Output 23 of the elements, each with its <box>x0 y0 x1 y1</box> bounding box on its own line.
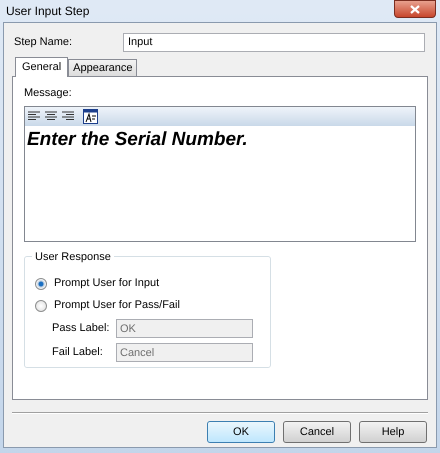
message-editor[interactable]: Enter the Serial Number. <box>24 106 416 242</box>
radio-label[interactable]: Prompt User for Input <box>54 275 160 292</box>
radio-button[interactable] <box>35 278 47 290</box>
align-center-icon[interactable] <box>45 111 57 121</box>
field-label: Pass Label: <box>52 321 110 336</box>
window-title: User Input Step <box>6 3 90 20</box>
message-text: Enter the Serial Number. <box>26 128 249 152</box>
dialog-button[interactable]: Help <box>359 421 427 443</box>
align-left-icon[interactable] <box>28 111 40 121</box>
step-name-field[interactable]: Input <box>123 32 425 52</box>
align-right-icon[interactable] <box>62 111 74 121</box>
close-button[interactable] <box>394 0 436 18</box>
field-label: Message: <box>24 86 73 101</box>
dialog-button[interactable]: Cancel <box>283 421 351 443</box>
dialog-button[interactable]: OK <box>207 421 275 443</box>
field-label: Step Name: <box>13 34 74 50</box>
radio-label[interactable]: Prompt User for Pass/Fail <box>54 297 180 314</box>
radio-button[interactable] <box>35 300 47 312</box>
field-label: Fail Label: <box>52 345 104 360</box>
font-icon[interactable] <box>83 108 98 124</box>
tab[interactable]: Appearance <box>68 59 138 76</box>
close-icon <box>410 4 420 14</box>
tab[interactable]: General <box>15 57 68 77</box>
